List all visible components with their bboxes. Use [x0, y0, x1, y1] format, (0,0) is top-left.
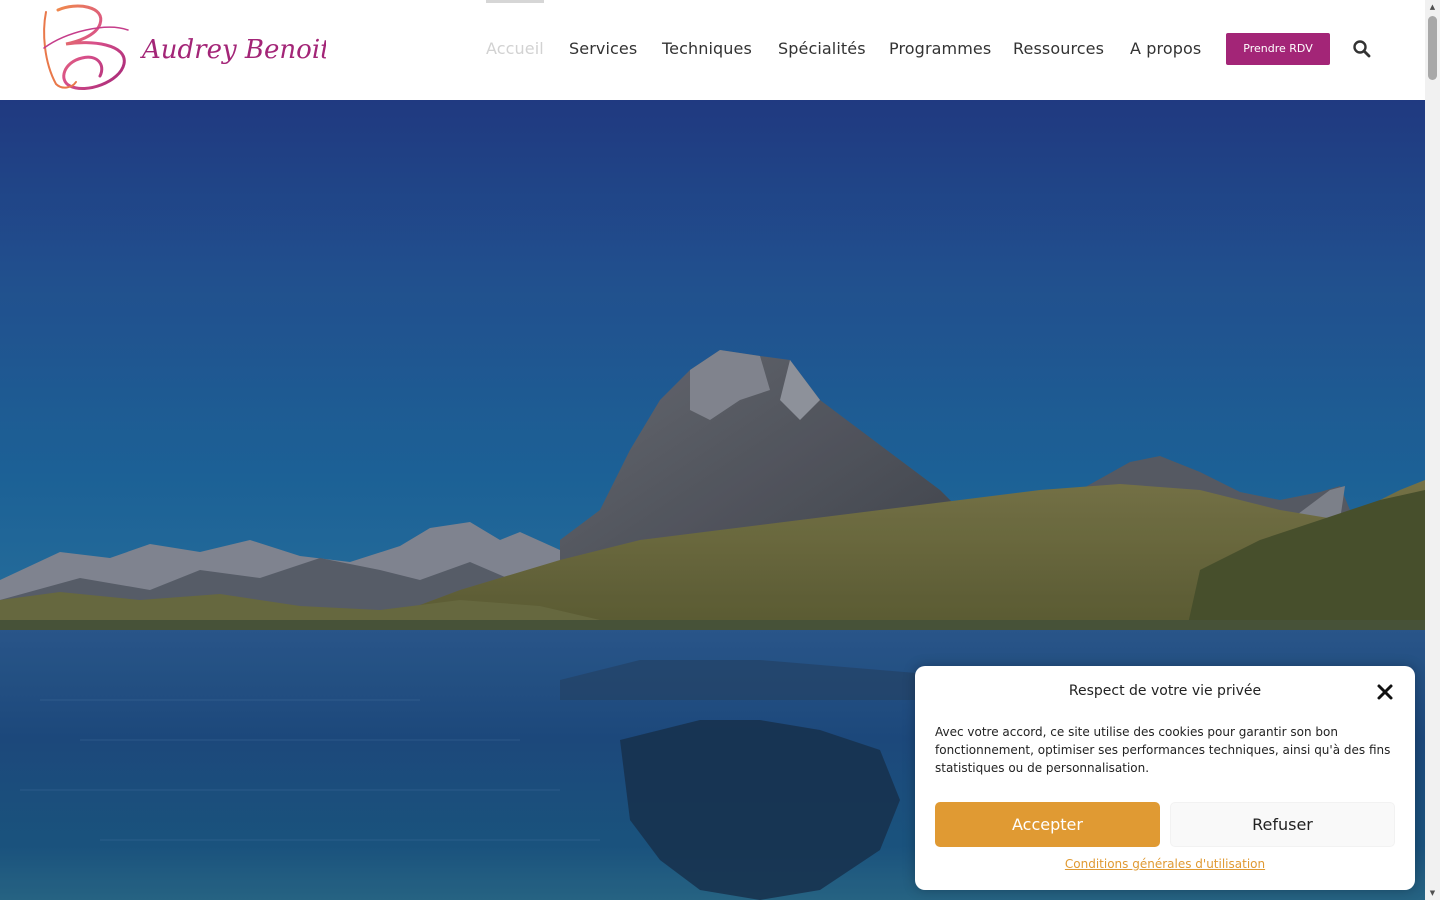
- close-icon[interactable]: [1376, 683, 1394, 701]
- main-navigation: Accueil Services Techniques Spécialités …: [0, 0, 1425, 100]
- scroll-down-arrow-icon[interactable]: ▼: [1425, 886, 1440, 900]
- search-icon[interactable]: [1352, 39, 1372, 59]
- nav-item-a-propos[interactable]: A propos: [1130, 38, 1201, 60]
- nav-item-techniques[interactable]: Techniques: [662, 38, 752, 60]
- nav-item-programmes[interactable]: Programmes: [889, 38, 991, 60]
- scrollbar-thumb[interactable]: [1428, 16, 1437, 80]
- refuse-cookies-button[interactable]: Refuser: [1170, 802, 1395, 847]
- page-scrollbar[interactable]: ▲ ▼: [1425, 0, 1440, 900]
- scroll-up-arrow-icon[interactable]: ▲: [1425, 0, 1440, 14]
- nav-item-specialites[interactable]: Spécialités: [778, 38, 866, 60]
- cookie-banner-title: Respect de votre vie privée: [1068, 683, 1262, 699]
- accept-cookies-button[interactable]: Accepter: [935, 802, 1160, 847]
- terms-of-use-link[interactable]: Conditions générales d'utilisation: [915, 857, 1415, 871]
- active-indicator: [486, 0, 544, 3]
- cookie-consent-banner: Respect de votre vie privée Avec votre a…: [915, 666, 1415, 890]
- nav-item-ressources[interactable]: Ressources: [1013, 38, 1104, 60]
- site-header: Audrey Benoit Accueil Services Technique…: [0, 0, 1425, 100]
- nav-item-accueil[interactable]: Accueil: [486, 38, 544, 60]
- nav-item-services[interactable]: Services: [569, 38, 637, 60]
- book-appointment-button[interactable]: Prendre RDV: [1226, 33, 1330, 65]
- cookie-banner-text: Avec votre accord, ce site utilise des c…: [935, 725, 1391, 775]
